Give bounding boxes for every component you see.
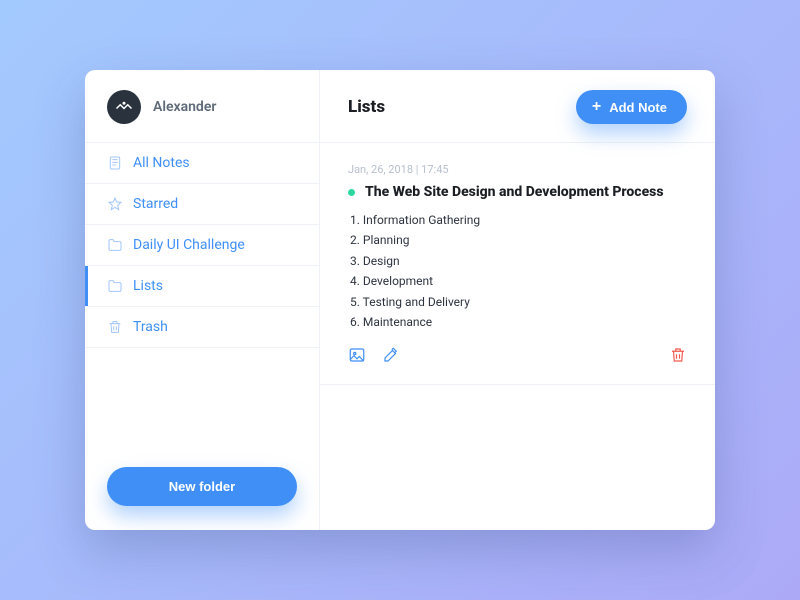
sidebar-item-label: All Notes — [133, 155, 190, 171]
sidebar-item-starred[interactable]: Starred — [85, 184, 319, 225]
main-panel: Lists + Add Note Jan, 26, 2018 | 17:45 T… — [320, 70, 715, 530]
edit-icon[interactable] — [382, 346, 400, 364]
plus-icon: + — [592, 99, 601, 115]
sidebar-item-label: Starred — [133, 196, 178, 212]
spacer — [85, 348, 319, 467]
note-body-line: 4. Development — [350, 271, 687, 291]
note-meta: Jan, 26, 2018 | 17:45 — [348, 163, 687, 176]
sidebar-item-trash[interactable]: Trash — [85, 307, 319, 348]
add-note-button[interactable]: + Add Note — [576, 90, 687, 124]
sidebar: Alexander All Notes Starred Daily UI Cha… — [85, 70, 320, 530]
note-title: The Web Site Design and Development Proc… — [365, 184, 664, 200]
note-body-line: 3. Design — [350, 251, 687, 271]
note-body-line: 5. Testing and Delivery — [350, 292, 687, 312]
delete-icon[interactable] — [669, 346, 687, 364]
sidebar-item-label: Trash — [133, 319, 168, 335]
note-title-row: The Web Site Design and Development Proc… — [348, 184, 687, 200]
sidebar-item-daily-ui-challenge[interactable]: Daily UI Challenge — [85, 225, 319, 266]
new-folder-button[interactable]: New folder — [107, 467, 297, 506]
user-profile[interactable]: Alexander — [85, 70, 319, 142]
meta-separator: | — [413, 163, 421, 176]
note-body-line: 1. Information Gathering — [350, 210, 687, 230]
note-date: Jan, 26, 2018 — [348, 163, 413, 176]
nav-list: All Notes Starred Daily UI Challenge Lis… — [85, 142, 319, 348]
sidebar-item-label: Lists — [133, 278, 163, 294]
page-title: Lists — [348, 97, 385, 117]
note-time: 17:45 — [421, 163, 448, 176]
note-icon — [107, 155, 123, 171]
user-name: Alexander — [153, 99, 216, 115]
avatar-logo-icon — [115, 98, 133, 116]
note-body-line: 2. Planning — [350, 230, 687, 250]
image-icon[interactable] — [348, 346, 366, 364]
main-header: Lists + Add Note — [320, 70, 715, 143]
folder-icon — [107, 278, 123, 294]
note-body-line: 6. Maintenance — [350, 312, 687, 332]
folder-icon — [107, 237, 123, 253]
add-note-label: Add Note — [609, 100, 667, 115]
note-body: 1. Information Gathering 2. Planning 3. … — [350, 210, 687, 332]
status-dot — [348, 189, 355, 196]
app-window: Alexander All Notes Starred Daily UI Cha… — [85, 70, 715, 530]
avatar — [107, 90, 141, 124]
new-folder-wrap: New folder — [85, 467, 319, 530]
trash-icon — [107, 319, 123, 335]
note-card[interactable]: Jan, 26, 2018 | 17:45 The Web Site Desig… — [320, 143, 715, 385]
sidebar-item-label: Daily UI Challenge — [133, 237, 245, 253]
sidebar-item-all-notes[interactable]: All Notes — [85, 143, 319, 184]
sidebar-item-lists[interactable]: Lists — [85, 266, 319, 307]
star-icon — [107, 196, 123, 212]
note-actions — [348, 346, 687, 364]
